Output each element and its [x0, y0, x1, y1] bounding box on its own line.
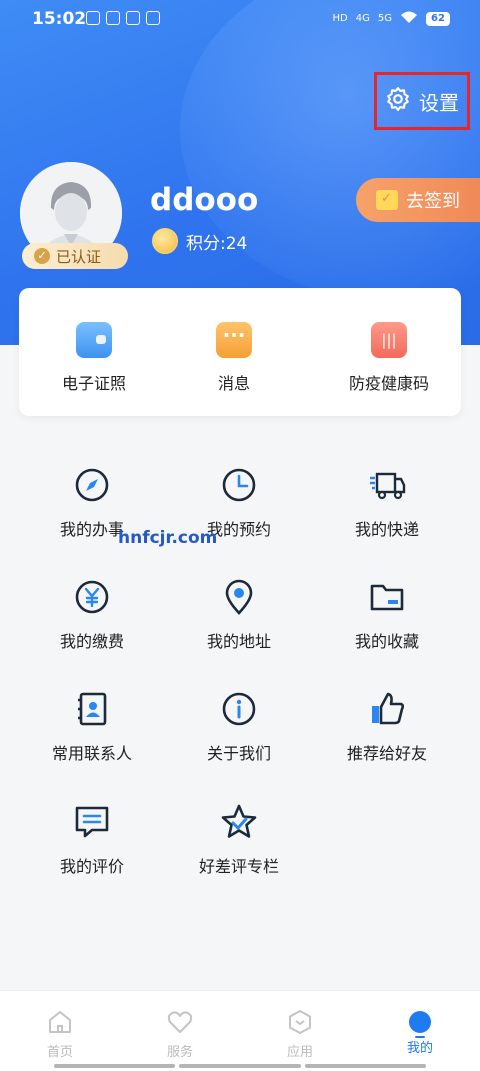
verified-check-icon: ✓	[34, 248, 50, 264]
tab-mine[interactable]: 我的	[360, 1009, 480, 1056]
settings-label: 设置	[419, 90, 459, 115]
quick-item-messages[interactable]: ··· 消息	[164, 322, 304, 394]
tab-label: 首页	[46, 1045, 73, 1060]
health-code-icon: |||	[371, 322, 407, 358]
menu-item-about-us[interactable]: 关于我们	[169, 690, 309, 764]
notification-app-icon	[106, 11, 120, 25]
menu-item-my-reviews[interactable]: 我的评价	[22, 803, 162, 877]
folder-icon	[370, 584, 404, 611]
compass-icon	[75, 468, 109, 502]
gesture-bar	[54, 1064, 426, 1068]
coin-icon	[152, 228, 178, 254]
contact-book-icon	[78, 692, 107, 726]
network-4g-indicator: 4G	[355, 13, 370, 24]
hd-indicator: HD	[332, 13, 348, 24]
quick-item-label: 消息	[217, 374, 250, 393]
menu-item-addresses[interactable]: 我的地址	[169, 578, 309, 652]
menu-item-deliveries[interactable]: 我的快递	[317, 466, 457, 540]
status-time: 15:02	[32, 9, 87, 29]
quick-item-health-code[interactable]: ||| 防疫健康码	[319, 322, 459, 394]
menu-item-contacts[interactable]: 常用联系人	[22, 690, 162, 764]
checkin-button[interactable]: 去签到	[356, 178, 480, 222]
home-icon	[49, 1011, 71, 1033]
yen-icon	[75, 580, 109, 614]
hexagon-icon	[289, 1010, 311, 1034]
menu-item-payments[interactable]: 我的缴费	[22, 578, 162, 652]
star-icon	[221, 804, 257, 838]
wifi-icon	[400, 10, 418, 27]
status-indicators: HD 4G 5G 62	[333, 10, 450, 27]
menu-item-label: 我的收藏	[354, 632, 419, 651]
wallet-icon	[76, 322, 112, 358]
tab-services[interactable]: 服务	[120, 1009, 240, 1060]
menu-item-label: 我的办事	[59, 520, 124, 539]
tab-label: 服务	[166, 1045, 193, 1060]
watermark: hnfcjr.com	[118, 528, 218, 548]
quick-item-e-license[interactable]: 电子证照	[24, 322, 164, 394]
tab-label: 我的	[406, 1041, 433, 1056]
notification-app-icon	[126, 11, 140, 25]
menu-item-label: 常用联系人	[51, 744, 132, 763]
menu-item-label: 关于我们	[206, 744, 271, 763]
tab-label: 应用	[286, 1045, 313, 1060]
clock-icon	[222, 468, 256, 502]
menu-item-label: 好差评专栏	[198, 857, 279, 876]
notification-app-icon	[86, 11, 100, 25]
quick-item-label: 电子证照	[61, 374, 126, 393]
checkin-label: 去签到	[406, 191, 460, 212]
gear-icon	[385, 86, 411, 117]
menu-item-label: 我的缴费	[59, 632, 124, 651]
thumbs-up-icon	[372, 692, 405, 725]
status-bar: 15:02 HD 4G 5G 62	[0, 0, 480, 38]
menu-item-recommend[interactable]: 推荐给好友	[317, 690, 457, 764]
user-dot-icon	[409, 1011, 431, 1038]
points-display[interactable]: 积分:24	[152, 228, 247, 254]
settings-button[interactable]: 设置	[374, 72, 470, 130]
username: ddooo	[150, 182, 259, 218]
menu-item-favorites[interactable]: 我的收藏	[317, 578, 457, 652]
bottom-tab-bar: 首页 服务 应用 我的	[0, 990, 480, 1071]
heart-icon	[167, 1011, 193, 1033]
menu-item-label: 我的评价	[59, 857, 124, 876]
battery-icon: 62	[426, 11, 450, 26]
calendar-check-icon	[376, 190, 398, 210]
verified-badge: ✓ 已认证	[22, 243, 128, 269]
location-pin-icon	[225, 579, 253, 615]
quick-item-label: 防疫健康码	[348, 374, 429, 393]
verified-label: 已认证	[56, 247, 102, 266]
tab-apps[interactable]: 应用	[240, 1009, 360, 1060]
message-icon: ···	[216, 322, 252, 358]
quick-access-card: 电子证照 ··· 消息 ||| 防疫健康码	[19, 288, 461, 416]
tab-home[interactable]: 首页	[0, 1009, 120, 1060]
network-5g-indicator: 5G	[377, 13, 392, 24]
menu-item-label: 我的快递	[354, 520, 419, 539]
points-label: 积分:24	[186, 233, 248, 254]
truck-icon	[370, 472, 406, 500]
notification-app-icon	[146, 11, 160, 25]
menu-item-rating-column[interactable]: 好差评专栏	[169, 803, 309, 877]
info-icon	[222, 692, 256, 726]
header-decoration	[180, 0, 480, 300]
menu-item-label: 推荐给好友	[346, 744, 427, 763]
menu-item-label: 我的地址	[206, 632, 271, 651]
comment-icon	[75, 806, 109, 838]
